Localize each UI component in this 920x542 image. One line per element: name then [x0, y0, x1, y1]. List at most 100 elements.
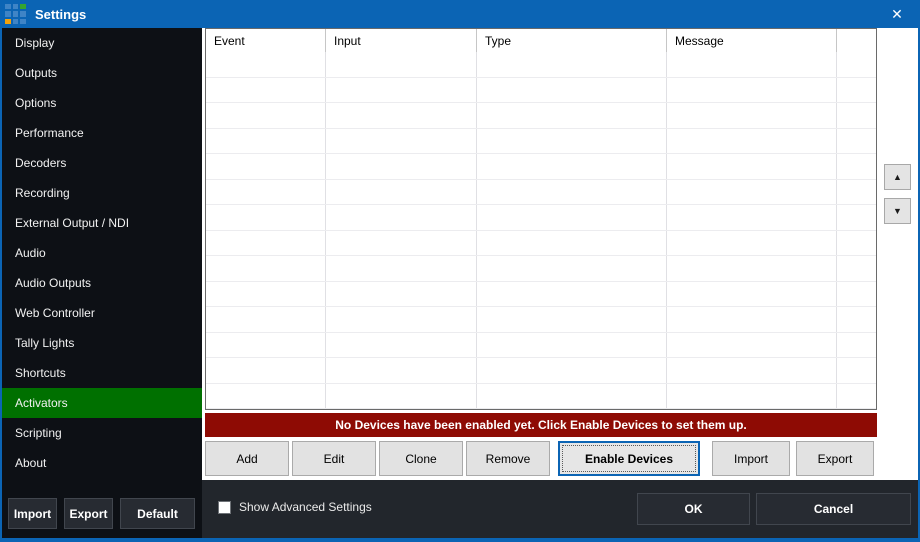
table-row	[206, 231, 876, 257]
table-body	[206, 52, 876, 409]
no-devices-banner: No Devices have been enabled yet. Click …	[205, 413, 877, 437]
table-cell	[326, 333, 477, 358]
table-cell	[206, 231, 326, 256]
table-cell	[477, 78, 667, 103]
table-cell	[206, 333, 326, 358]
table-row	[206, 52, 876, 78]
add-button[interactable]: Add	[205, 441, 289, 476]
table-cell	[477, 282, 667, 307]
up-arrow-icon: ▲	[893, 172, 902, 182]
close-icon: ✕	[891, 6, 903, 23]
sidebar-item-about[interactable]: About	[2, 448, 202, 478]
table-cell	[837, 307, 876, 332]
move-up-button[interactable]: ▲	[884, 164, 911, 190]
sidebar-item-performance[interactable]: Performance	[2, 118, 202, 148]
table-cell	[326, 358, 477, 383]
table-row	[206, 205, 876, 231]
column-header-type: Type	[477, 29, 667, 52]
table-cell	[477, 358, 667, 383]
table-cell	[326, 103, 477, 128]
table-cell	[326, 154, 477, 179]
table-cell	[667, 103, 837, 128]
activators-page: EventInputTypeMessage ▲ ▼ No Devices hav…	[202, 28, 918, 538]
table-row	[206, 282, 876, 308]
close-button[interactable]: ✕	[880, 0, 914, 28]
table-cell	[667, 180, 837, 205]
sidebar-item-options[interactable]: Options	[2, 88, 202, 118]
table-cell	[206, 154, 326, 179]
app-logo-icon	[5, 4, 26, 25]
table-cell	[326, 52, 477, 77]
ok-button[interactable]: OK	[637, 493, 750, 525]
window-border-bottom	[0, 538, 920, 542]
move-down-button[interactable]: ▼	[884, 198, 911, 224]
title-bar: Settings ✕	[0, 0, 920, 28]
activators-table[interactable]: EventInputTypeMessage	[205, 28, 877, 410]
sidebar-item-recording[interactable]: Recording	[2, 178, 202, 208]
table-row	[206, 358, 876, 384]
table-cell	[667, 205, 837, 230]
cancel-button-label: Cancel	[814, 502, 853, 516]
table-cell	[206, 256, 326, 281]
table-cell	[206, 282, 326, 307]
table-cell	[837, 384, 876, 409]
table-cell	[667, 333, 837, 358]
table-cell	[477, 231, 667, 256]
table-cell	[667, 384, 837, 409]
table-cell	[477, 52, 667, 77]
table-cell	[206, 307, 326, 332]
table-cell	[667, 282, 837, 307]
table-header-row: EventInputTypeMessage	[206, 29, 876, 52]
table-cell	[667, 78, 837, 103]
sidebar-item-scripting[interactable]: Scripting	[2, 418, 202, 448]
table-cell	[477, 256, 667, 281]
sidebar-import-button[interactable]: Import	[8, 498, 57, 529]
sidebar-item-activators[interactable]: Activators	[2, 388, 202, 418]
show-advanced-settings-checkbox[interactable]	[218, 501, 231, 514]
table-cell	[206, 205, 326, 230]
sidebar-item-audio-outputs[interactable]: Audio Outputs	[2, 268, 202, 298]
table-cell	[837, 358, 876, 383]
column-header-event: Event	[206, 29, 326, 52]
table-cell	[667, 52, 837, 77]
sidebar-default-button[interactable]: Default	[120, 498, 195, 529]
enable-devices-button[interactable]: Enable Devices	[558, 441, 700, 476]
table-cell	[837, 78, 876, 103]
import-button[interactable]: Import	[712, 441, 790, 476]
clone-button[interactable]: Clone	[379, 441, 463, 476]
table-row	[206, 180, 876, 206]
sidebar-item-external-output-ndi[interactable]: External Output / NDI	[2, 208, 202, 238]
export-button[interactable]: Export	[796, 441, 874, 476]
table-cell	[837, 256, 876, 281]
sidebar-item-audio[interactable]: Audio	[2, 238, 202, 268]
table-cell	[326, 231, 477, 256]
table-cell	[477, 180, 667, 205]
table-cell	[206, 78, 326, 103]
table-cell	[206, 384, 326, 409]
remove-button[interactable]: Remove	[466, 441, 550, 476]
sidebar-item-outputs[interactable]: Outputs	[2, 58, 202, 88]
table-cell	[206, 129, 326, 154]
sidebar-item-shortcuts[interactable]: Shortcuts	[2, 358, 202, 388]
table-cell	[667, 256, 837, 281]
footer-bar: Show Advanced Settings OK Cancel	[202, 480, 918, 538]
table-cell	[837, 282, 876, 307]
table-row	[206, 129, 876, 155]
sidebar-item-display[interactable]: Display	[2, 28, 202, 58]
table-row	[206, 154, 876, 180]
table-cell	[477, 129, 667, 154]
table-cell	[326, 78, 477, 103]
table-row	[206, 103, 876, 129]
sidebar-item-web-controller[interactable]: Web Controller	[2, 298, 202, 328]
table-cell	[206, 358, 326, 383]
table-cell	[667, 129, 837, 154]
cancel-button[interactable]: Cancel	[756, 493, 911, 525]
sidebar-item-tally-lights[interactable]: Tally Lights	[2, 328, 202, 358]
down-arrow-icon: ▼	[893, 206, 902, 216]
sidebar-export-button[interactable]: Export	[64, 498, 113, 529]
table-cell	[326, 256, 477, 281]
sidebar-item-decoders[interactable]: Decoders	[2, 148, 202, 178]
column-header-message: Message	[667, 29, 837, 52]
edit-button[interactable]: Edit	[292, 441, 376, 476]
table-cell	[477, 307, 667, 332]
